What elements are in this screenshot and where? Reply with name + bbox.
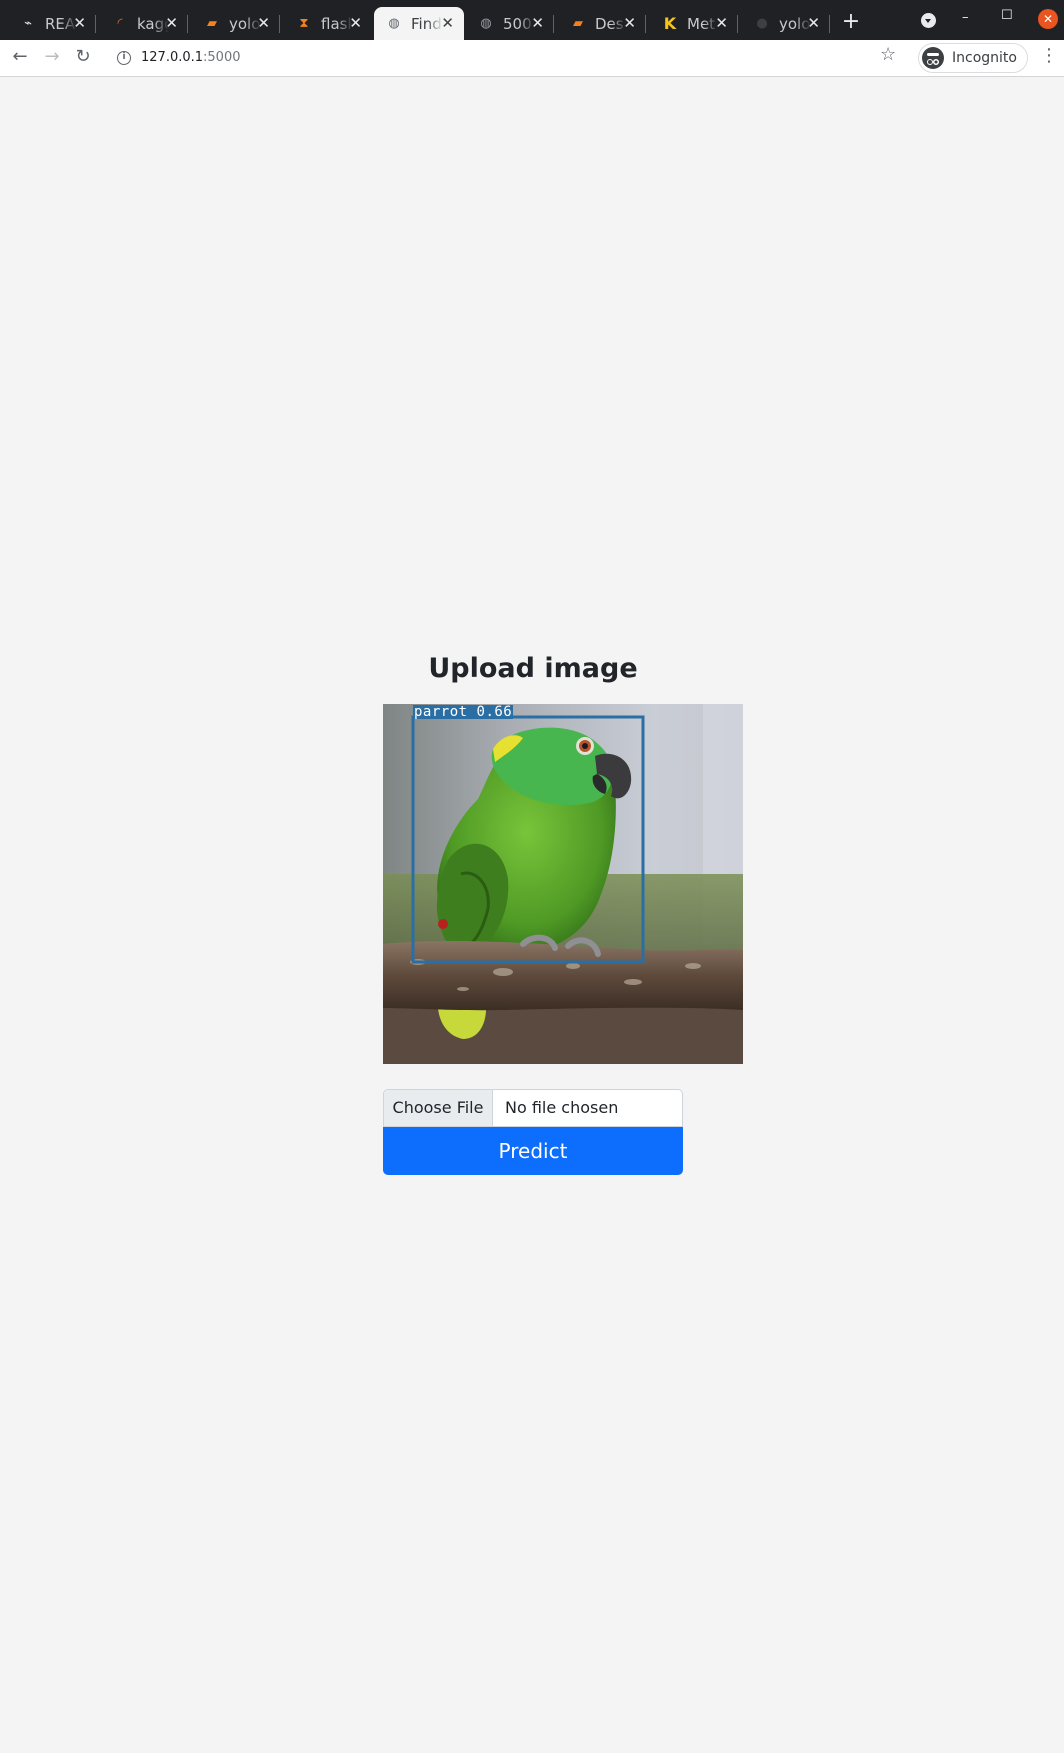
url-port: :5000 <box>203 50 241 65</box>
parrot-photo <box>383 704 743 1064</box>
tab-title: Find <box>411 14 442 33</box>
close-tab-icon[interactable]: ✕ <box>165 14 178 32</box>
close-tab-icon[interactable]: ✕ <box>531 14 544 32</box>
minimize-icon[interactable]: – <box>962 10 969 25</box>
address-bar[interactable]: i 127.0.0.1:5000 <box>104 43 904 73</box>
file-upload-field[interactable]: Choose File No file chosen <box>383 1089 683 1127</box>
detection-class: parrot <box>414 704 468 720</box>
github-icon: ● <box>756 16 768 31</box>
close-tab-icon[interactable]: ✕ <box>807 14 820 32</box>
hourglass-icon: ⧗ <box>299 16 309 31</box>
predict-button[interactable]: Predict <box>383 1127 683 1175</box>
tab-title: Des <box>595 14 624 33</box>
close-tab-icon[interactable]: ✕ <box>441 14 454 32</box>
tab-yolov5[interactable]: ▰ yolov5 ✕ <box>192 7 280 40</box>
reload-icon[interactable]: ↻ <box>71 46 95 67</box>
tab-find-active[interactable]: ◍ Find ✕ <box>374 7 464 40</box>
tab-title: flask <box>321 14 353 33</box>
kebab-menu-icon[interactable]: ⋮ <box>1040 45 1058 66</box>
maximize-icon[interactable]: ☐ <box>1001 8 1013 23</box>
globe-icon: ◍ <box>480 16 492 31</box>
book-icon: ▰ <box>207 16 217 31</box>
close-tab-icon[interactable]: ✕ <box>715 14 728 32</box>
new-tab-button[interactable]: + <box>840 8 862 36</box>
incognito-label: Incognito <box>952 50 1017 66</box>
tab-met[interactable]: K Met ✕ <box>650 7 738 40</box>
tab-yolo[interactable]: ● yolo ✕ <box>742 7 830 40</box>
tab-title: 500 <box>503 14 532 33</box>
book-icon: ▰ <box>573 16 583 31</box>
kaggle-icon: ◜ <box>117 16 123 31</box>
tab-title: yolov5 <box>229 14 261 33</box>
back-icon[interactable]: ← <box>8 46 32 67</box>
tab-kaggle[interactable]: ◜ kaggle ✕ <box>100 7 188 40</box>
globe-icon: ◍ <box>388 16 400 31</box>
url-text[interactable]: 127.0.0.1:5000 <box>141 50 241 65</box>
url-host: 127.0.0.1 <box>141 50 204 65</box>
tab-flask[interactable]: ⧗ flask ✕ <box>284 7 372 40</box>
choose-file-button[interactable]: Choose File <box>384 1090 493 1126</box>
browser-tab-strip: ⌁ README ✕ ◜ kaggle ✕ ▰ yolov5 ✕ ⧗ flask… <box>0 0 1064 40</box>
tab-search-icon[interactable] <box>921 13 936 28</box>
detection-result-image: parrot 0.66 <box>383 704 743 1064</box>
tab-title: yolo <box>779 14 811 33</box>
bookmark-star-icon[interactable]: ☆ <box>880 44 896 65</box>
close-tab-icon[interactable]: ✕ <box>73 14 86 32</box>
detection-label: parrot 0.66 <box>413 704 514 720</box>
close-tab-icon[interactable]: ✕ <box>349 14 362 32</box>
detection-confidence: 0.66 <box>476 704 513 720</box>
close-window-icon[interactable]: ✕ <box>1038 9 1058 29</box>
tab-500[interactable]: ◍ 500 ✕ <box>466 7 554 40</box>
kaggle-k-icon: K <box>663 14 677 33</box>
browser-toolbar: ← → ↻ i 127.0.0.1:5000 ☆ Incognito ⋮ <box>0 40 1064 77</box>
github-icon: ⌁ <box>24 16 32 31</box>
tab-readme[interactable]: ⌁ README ✕ <box>8 7 96 40</box>
incognito-icon <box>922 47 944 69</box>
file-status-text: No file chosen <box>505 1098 619 1117</box>
tab-des[interactable]: ▰ Des ✕ <box>558 7 646 40</box>
tab-title: README <box>45 14 77 33</box>
tab-title: Met <box>687 14 716 33</box>
page-title: Upload image <box>428 653 638 684</box>
close-tab-icon[interactable]: ✕ <box>257 14 270 32</box>
close-tab-icon[interactable]: ✕ <box>623 14 636 32</box>
forward-icon[interactable]: → <box>40 46 64 67</box>
incognito-badge[interactable]: Incognito <box>918 43 1028 73</box>
info-icon[interactable]: i <box>117 51 131 65</box>
tab-title: kaggle <box>137 14 169 33</box>
